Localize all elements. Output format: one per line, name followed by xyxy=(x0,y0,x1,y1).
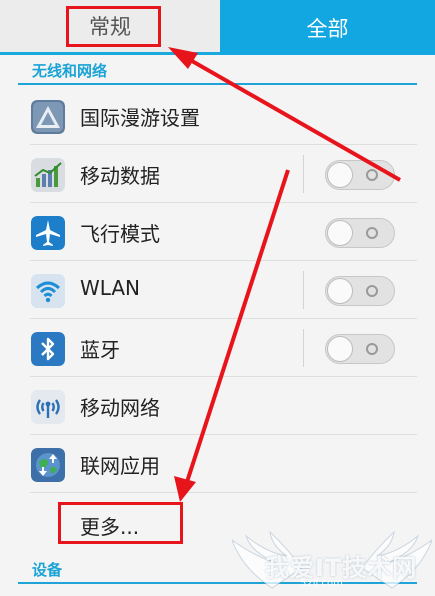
section-title-wireless: 无线和网络 xyxy=(32,62,108,80)
setting-label-airplane-mode: 飞行模式 xyxy=(80,222,160,246)
setting-row-network-apps[interactable]: 联网应用 xyxy=(0,435,435,493)
mobile-data-toggle[interactable] xyxy=(325,160,395,190)
setting-row-mobile-data[interactable]: 移动数据 xyxy=(0,145,435,203)
setting-label-bluetooth: 蓝牙 xyxy=(80,338,120,362)
mobile-network-signal-icon xyxy=(31,390,65,424)
mobile-data-chart-icon xyxy=(31,158,65,192)
watermark-url: 52ij.com xyxy=(300,578,343,589)
setting-label-roaming: 国际漫游设置 xyxy=(80,106,200,130)
setting-row-airplane-mode[interactable]: 飞行模式 xyxy=(0,203,435,261)
setting-label-mobile-data: 移动数据 xyxy=(80,164,160,188)
setting-row-roaming[interactable]: 国际漫游设置 xyxy=(0,87,435,145)
toggle-knob xyxy=(327,278,353,304)
setting-label-wlan: WLAN xyxy=(80,276,141,300)
bluetooth-toggle[interactable] xyxy=(325,334,395,364)
network-apps-globe-icon xyxy=(31,448,65,482)
annotation-box-more xyxy=(58,502,183,544)
wifi-icon xyxy=(31,274,65,308)
section-divider xyxy=(18,83,417,85)
airplane-icon xyxy=(31,216,65,250)
bluetooth-icon xyxy=(31,332,65,366)
airplane-mode-toggle[interactable] xyxy=(325,218,395,248)
toggle-knob xyxy=(327,162,353,188)
tab-all-label: 全部 xyxy=(306,16,349,41)
toggle-off-icon xyxy=(366,169,378,181)
toggle-knob xyxy=(327,336,353,362)
annotation-box-general-tab xyxy=(66,6,161,47)
setting-row-bluetooth[interactable]: 蓝牙 xyxy=(0,319,435,377)
wlan-toggle[interactable] xyxy=(325,276,395,306)
setting-label-network-apps: 联网应用 xyxy=(80,454,160,478)
toggle-off-icon xyxy=(366,285,378,297)
setting-row-wlan[interactable]: WLAN xyxy=(0,261,435,319)
setting-label-mobile-network: 移动网络 xyxy=(80,396,160,420)
section-title-device: 设备 xyxy=(32,561,63,579)
toggle-off-icon xyxy=(366,343,378,355)
setting-row-mobile-network[interactable]: 移动网络 xyxy=(0,377,435,435)
roaming-triangle-icon xyxy=(31,100,65,134)
toggle-knob xyxy=(327,220,353,246)
toggle-off-icon xyxy=(366,227,378,239)
tab-all[interactable]: 全部 xyxy=(220,0,435,55)
section-header-wireless: 无线和网络 xyxy=(0,55,435,85)
